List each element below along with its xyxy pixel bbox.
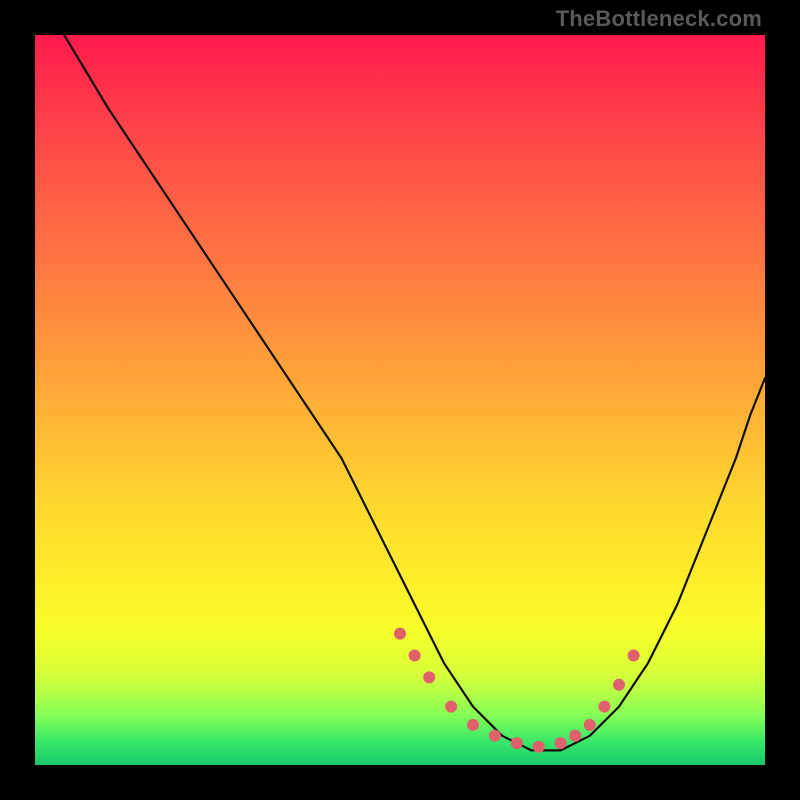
bottleneck-curve xyxy=(64,35,765,750)
chart-frame: TheBottleneck.com xyxy=(0,0,800,800)
marker-point xyxy=(555,737,567,749)
marker-point xyxy=(511,737,523,749)
marker-point xyxy=(613,679,625,691)
marker-point xyxy=(423,671,435,683)
marker-point xyxy=(394,628,406,640)
marker-point xyxy=(467,719,479,731)
marker-point xyxy=(445,701,457,713)
marker-point xyxy=(533,741,545,753)
highlighted-points xyxy=(394,628,640,753)
marker-point xyxy=(628,650,640,662)
watermark-text: TheBottleneck.com xyxy=(556,6,762,32)
marker-point xyxy=(489,730,501,742)
chart-svg xyxy=(35,35,765,765)
plot-area xyxy=(35,35,765,765)
marker-point xyxy=(569,730,581,742)
marker-point xyxy=(584,719,596,731)
marker-point xyxy=(409,650,421,662)
marker-point xyxy=(598,701,610,713)
